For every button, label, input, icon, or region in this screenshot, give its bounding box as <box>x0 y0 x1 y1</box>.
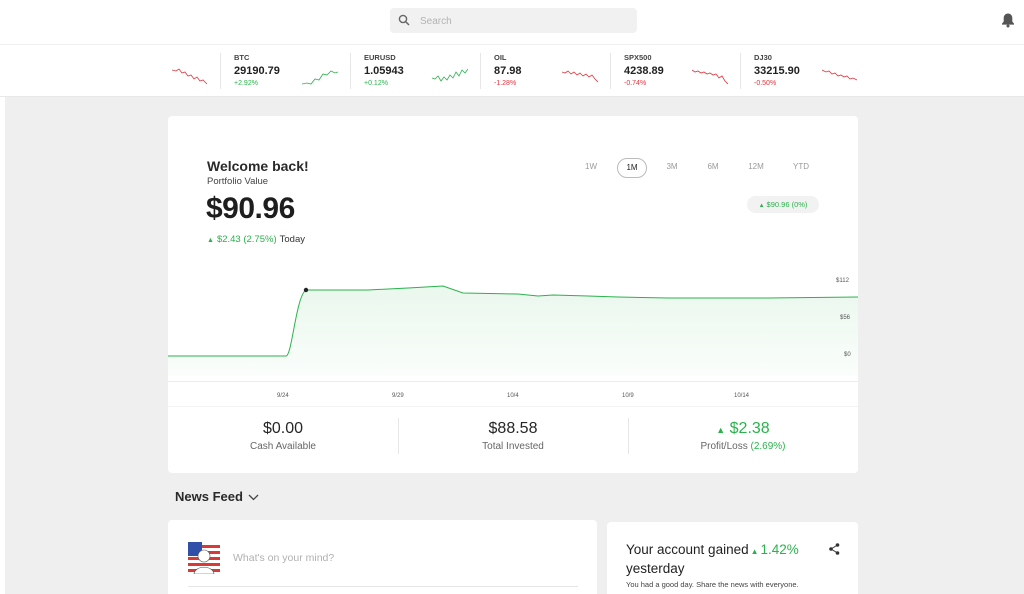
x-axis-label: 9/24 <box>277 393 289 399</box>
divider <box>188 586 578 587</box>
today-change: ▲ $2.43 (2.75%) Today <box>207 234 305 245</box>
sparkline-leading <box>172 68 208 85</box>
total-invested-stat: $88.58 Total Invested <box>398 420 628 452</box>
period-1m[interactable]: 1M <box>617 158 647 178</box>
share-icon[interactable] <box>829 543 840 555</box>
sparkline-eurusd <box>432 68 468 82</box>
period-selector: 1W 1M 3M 6M 12M YTD <box>568 158 828 178</box>
account-gain-subtitle: You had a good day. Share the news with … <box>626 580 799 589</box>
sparkline-btc <box>302 70 338 85</box>
divider <box>220 53 221 89</box>
ticker-symbol: DJ30 <box>754 53 772 62</box>
ticker-change: -1.28% <box>494 80 517 87</box>
account-gain-card: Your account gained ▲ 1.42% yesterday You … <box>607 522 858 594</box>
ticker-price: 33215.90 <box>754 65 800 77</box>
avatar[interactable] <box>188 542 220 574</box>
post-composer: What's on your mind? <box>168 520 597 594</box>
chevron-down-icon <box>248 494 259 501</box>
top-bar <box>0 0 1024 45</box>
ticker-change: -0.74% <box>624 80 647 87</box>
profit-loss-stat: ▲ $2.38 Profit/Loss (2.69%) <box>628 420 858 452</box>
gain-title-suffix: yesterday <box>626 561 685 576</box>
news-feed-dropdown[interactable]: News Feed <box>175 489 259 504</box>
up-arrow-icon: ▲ <box>716 425 726 435</box>
ticker-price: 4238.89 <box>624 65 664 77</box>
profit-loss-label: Profit/Loss <box>700 441 748 452</box>
search-icon <box>398 14 410 26</box>
welcome-heading: Welcome back! <box>207 158 309 174</box>
total-invested-value: $88.58 <box>488 420 538 437</box>
sparkline-oil <box>562 70 598 83</box>
profit-loss-label-row: Profit/Loss (2.69%) <box>628 441 858 452</box>
today-label: Today <box>279 234 305 245</box>
sparkline-spx500 <box>692 69 728 85</box>
market-ticker: BTC 29190.79 +2.92% EURUSD 1.05943 +0.12… <box>0 45 1024 97</box>
profit-loss-percent: (2.69%) <box>750 441 786 452</box>
period-1w[interactable]: 1W <box>580 158 602 176</box>
divider <box>480 53 481 89</box>
ticker-price: 87.98 <box>494 65 522 77</box>
up-arrow-icon: ▲ <box>750 547 759 556</box>
ticker-change: +0.12% <box>364 80 388 87</box>
y-axis-label: $112 <box>836 278 849 284</box>
ticker-price: 29190.79 <box>234 65 280 77</box>
divider <box>350 53 351 89</box>
bell-icon[interactable] <box>1001 12 1015 28</box>
profit-loss-value: ▲ $2.38 <box>628 420 858 438</box>
period-12m[interactable]: 12M <box>744 158 768 176</box>
news-feed-title: News Feed <box>175 489 243 504</box>
period-ytd[interactable]: YTD <box>789 158 813 176</box>
divider <box>168 406 858 407</box>
x-axis-label: 10/14 <box>734 393 750 399</box>
x-axis-label: 10/9 <box>622 393 634 399</box>
cash-available-stat: $0.00 Cash Available <box>168 420 398 452</box>
ticker-price: 1.05943 <box>364 65 404 77</box>
account-gain-title: Your account gained ▲ 1.42% yesterday <box>626 541 826 577</box>
y-axis-label: $0 <box>844 352 851 358</box>
y-axis-label: $56 <box>840 315 851 321</box>
portfolio-line-chart[interactable] <box>168 266 858 376</box>
today-change-amount: $2.43 (2.75%) <box>216 234 277 245</box>
ticker-symbol: SPX500 <box>624 53 652 62</box>
up-arrow-icon: ▲ <box>207 237 214 244</box>
period-3m[interactable]: 3M <box>661 158 683 176</box>
portfolio-card: Welcome back! Portfolio Value $90.96 ▲ $2… <box>168 116 858 473</box>
x-axis-label: 9/29 <box>392 393 404 399</box>
divider <box>610 53 611 89</box>
x-axis-label: 10/4 <box>507 393 519 399</box>
period-6m[interactable]: 6M <box>702 158 724 176</box>
period-change-badge: ▲ $90.96 (0%) <box>747 196 819 213</box>
sparkline-dj30 <box>822 69 858 81</box>
ticker-change: -0.50% <box>754 80 777 87</box>
gain-title-prefix: Your account gained <box>626 542 749 557</box>
post-input[interactable]: What's on your mind? <box>233 552 334 564</box>
ticker-symbol: BTC <box>234 53 250 62</box>
cash-available-label: Cash Available <box>250 441 316 452</box>
ticker-change: +2.92% <box>234 80 258 87</box>
ticker-symbol: EURUSD <box>364 53 396 62</box>
search-box[interactable] <box>390 8 637 33</box>
gain-percent: 1.42% <box>760 542 799 557</box>
portfolio-value-label: Portfolio Value <box>207 176 269 187</box>
period-change-value: $90.96 (0%) <box>766 200 808 209</box>
profit-loss-amount: $2.38 <box>729 420 770 437</box>
divider <box>740 53 741 89</box>
x-axis-line <box>168 381 858 382</box>
portfolio-value: $90.96 <box>206 192 295 225</box>
up-arrow-icon: ▲ <box>758 203 765 209</box>
cash-available-value: $0.00 <box>262 420 304 437</box>
chart-marker <box>303 287 309 293</box>
search-input[interactable] <box>418 11 622 32</box>
ticker-symbol: OIL <box>494 53 507 62</box>
total-invested-label: Total Invested <box>482 441 544 452</box>
chart-area <box>168 286 858 376</box>
